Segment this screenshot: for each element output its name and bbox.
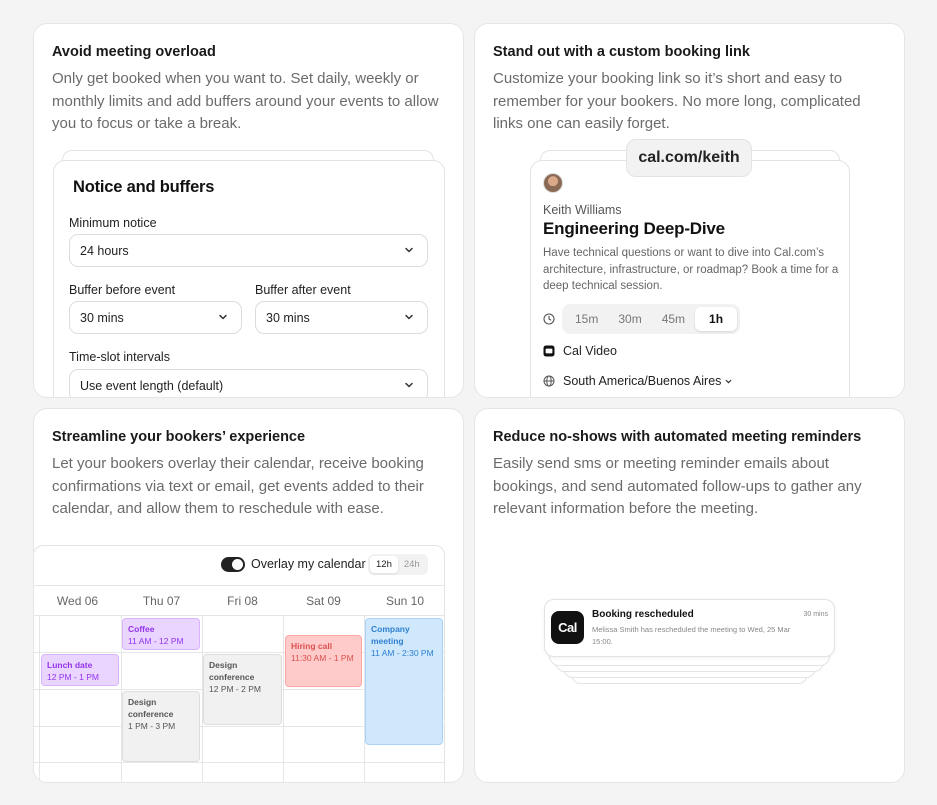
day-header: Fri 08 <box>202 586 283 616</box>
day-header: Thu 07 <box>121 586 202 616</box>
day-header: Sun 10 <box>364 586 444 616</box>
card-description: Easily send sms or meeting reminder emai… <box>493 455 862 517</box>
card-title: Avoid meeting overload <box>52 44 216 60</box>
chevron-down-icon <box>405 382 413 388</box>
grid-line <box>283 616 284 782</box>
event-time: 1 PM - 3 PM <box>128 721 176 731</box>
grid-line <box>34 762 444 763</box>
calendar-event-coffee[interactable]: Coffee 11 AM - 12 PM <box>122 618 200 650</box>
chevron-down-icon <box>405 314 413 320</box>
calendar-event-lunch-date[interactable]: Lunch date 12 PM - 1 PM <box>41 654 119 686</box>
notification-body: Melissa Smith has rescheduled the meetin… <box>592 625 791 646</box>
event-title: Engineering Deep-Dive <box>543 219 725 238</box>
card-title: Streamline your bookers’ experience <box>52 429 306 445</box>
calendar-event-design-conference[interactable]: Design conference 1 PM - 3 PM <box>122 691 200 762</box>
interval-select[interactable]: Use event length (default) <box>69 369 428 397</box>
duration-selector: 15m 30m 45m 1h <box>562 304 741 334</box>
day-header: Sat 09 <box>283 586 364 616</box>
interval-label: Time-slot intervals <box>69 350 170 364</box>
card-meeting-overload: Avoid meeting overload Only get booked w… <box>33 23 464 398</box>
notification-time: 30 mins <box>803 611 828 618</box>
notice-buffers-panel: Notice and buffers Minimum notice 24 hou… <box>53 160 445 397</box>
event-name: Hiring call <box>291 641 333 651</box>
event-name: Design conference <box>128 697 174 719</box>
video-icon <box>543 345 555 357</box>
buffer-before-label: Buffer before event <box>69 283 176 297</box>
card-title: Reduce no-shows with automated meeting r… <box>493 429 862 445</box>
event-name: Lunch date <box>47 660 93 670</box>
format-24h[interactable]: 24h <box>398 556 426 573</box>
globe-icon <box>543 375 555 387</box>
reminder-notification[interactable]: Cal Booking rescheduled 30 mins Melissa … <box>544 599 835 657</box>
calendar-event-hiring-call[interactable]: Hiring call 11:30 AM - 1 PM <box>285 635 362 687</box>
min-notice-label: Minimum notice <box>69 216 157 230</box>
event-time: 12 PM - 1 PM <box>47 672 99 682</box>
buffer-before-value: 30 mins <box>80 310 124 325</box>
min-notice-value: 24 hours <box>80 243 129 258</box>
duration-option-15m[interactable]: 15m <box>565 307 608 331</box>
buffer-before-select[interactable]: 30 mins <box>69 301 242 334</box>
calendar-preview: Overlay my calendar 12h 24h Wed 06 Thu 0… <box>34 545 445 782</box>
card-description: Let your bookers overlay their calendar,… <box>52 455 424 517</box>
clock-icon <box>543 313 555 325</box>
location-row: Cal Video <box>543 344 617 358</box>
card-bookers-experience: Streamline your bookers’ experience Let … <box>33 408 464 783</box>
duration-option-1h[interactable]: 1h <box>695 307 738 331</box>
chevron-down-icon <box>219 314 227 320</box>
event-time: 11 AM - 2:30 PM <box>371 648 434 658</box>
event-time: 11 AM - 12 PM <box>128 636 184 646</box>
overlay-calendar-toggle[interactable] <box>221 557 245 572</box>
overlay-calendar-label: Overlay my calendar <box>251 557 366 571</box>
grid-line <box>39 616 40 782</box>
panel-title: Notice and buffers <box>73 178 215 196</box>
avatar <box>543 173 563 193</box>
buffer-after-label: Buffer after event <box>255 283 351 297</box>
time-format-selector: 12h 24h <box>368 554 428 575</box>
event-name: Design conference <box>209 660 255 682</box>
card-title: Stand out with a custom booking link <box>493 44 750 60</box>
calendar-toolbar: Overlay my calendar 12h 24h <box>34 546 444 586</box>
location-label: Cal Video <box>563 344 617 358</box>
host-name: Keith Williams <box>543 203 622 217</box>
min-notice-select[interactable]: 24 hours <box>69 234 428 267</box>
duration-option-45m[interactable]: 45m <box>652 307 695 331</box>
format-12h[interactable]: 12h <box>370 556 398 573</box>
timezone-label: South America/Buenos Aires <box>563 374 722 388</box>
chevron-down-icon <box>726 379 732 383</box>
card-booking-link: Stand out with a custom booking link Cus… <box>474 23 905 398</box>
buffer-after-value: 30 mins <box>266 310 310 325</box>
event-name: Company meeting <box>371 624 410 646</box>
card-description: Customize your booking link so it’s shor… <box>493 70 861 132</box>
event-name: Coffee <box>128 624 155 634</box>
duration-row: 15m 30m 45m 1h <box>543 304 741 334</box>
notification-title: Booking rescheduled <box>592 609 694 620</box>
buffer-after-select[interactable]: 30 mins <box>255 301 428 334</box>
booking-preview-panel: Keith Williams Engineering Deep-Dive Hav… <box>530 160 850 397</box>
calendar-event-company-meeting[interactable]: Company meeting 11 AM - 2:30 PM <box>365 618 443 745</box>
cal-logo: Cal <box>551 611 584 644</box>
event-description: Have technical questions or want to dive… <box>543 247 839 292</box>
chevron-down-icon <box>405 247 413 253</box>
event-time: 11:30 AM - 1 PM <box>291 653 354 663</box>
event-time: 12 PM - 2 PM <box>209 684 261 694</box>
day-header: Wed 06 <box>34 586 121 616</box>
booking-url: cal.com/keith <box>626 139 752 177</box>
card-description: Only get booked when you want to. Set da… <box>52 70 439 132</box>
duration-option-30m[interactable]: 30m <box>608 307 651 331</box>
timezone-row[interactable]: South America/Buenos Aires <box>543 374 733 388</box>
interval-value: Use event length (default) <box>80 378 224 393</box>
calendar-event-design-conference[interactable]: Design conference 12 PM - 2 PM <box>203 654 282 725</box>
card-meeting-reminders: Reduce no-shows with automated meeting r… <box>474 408 905 783</box>
